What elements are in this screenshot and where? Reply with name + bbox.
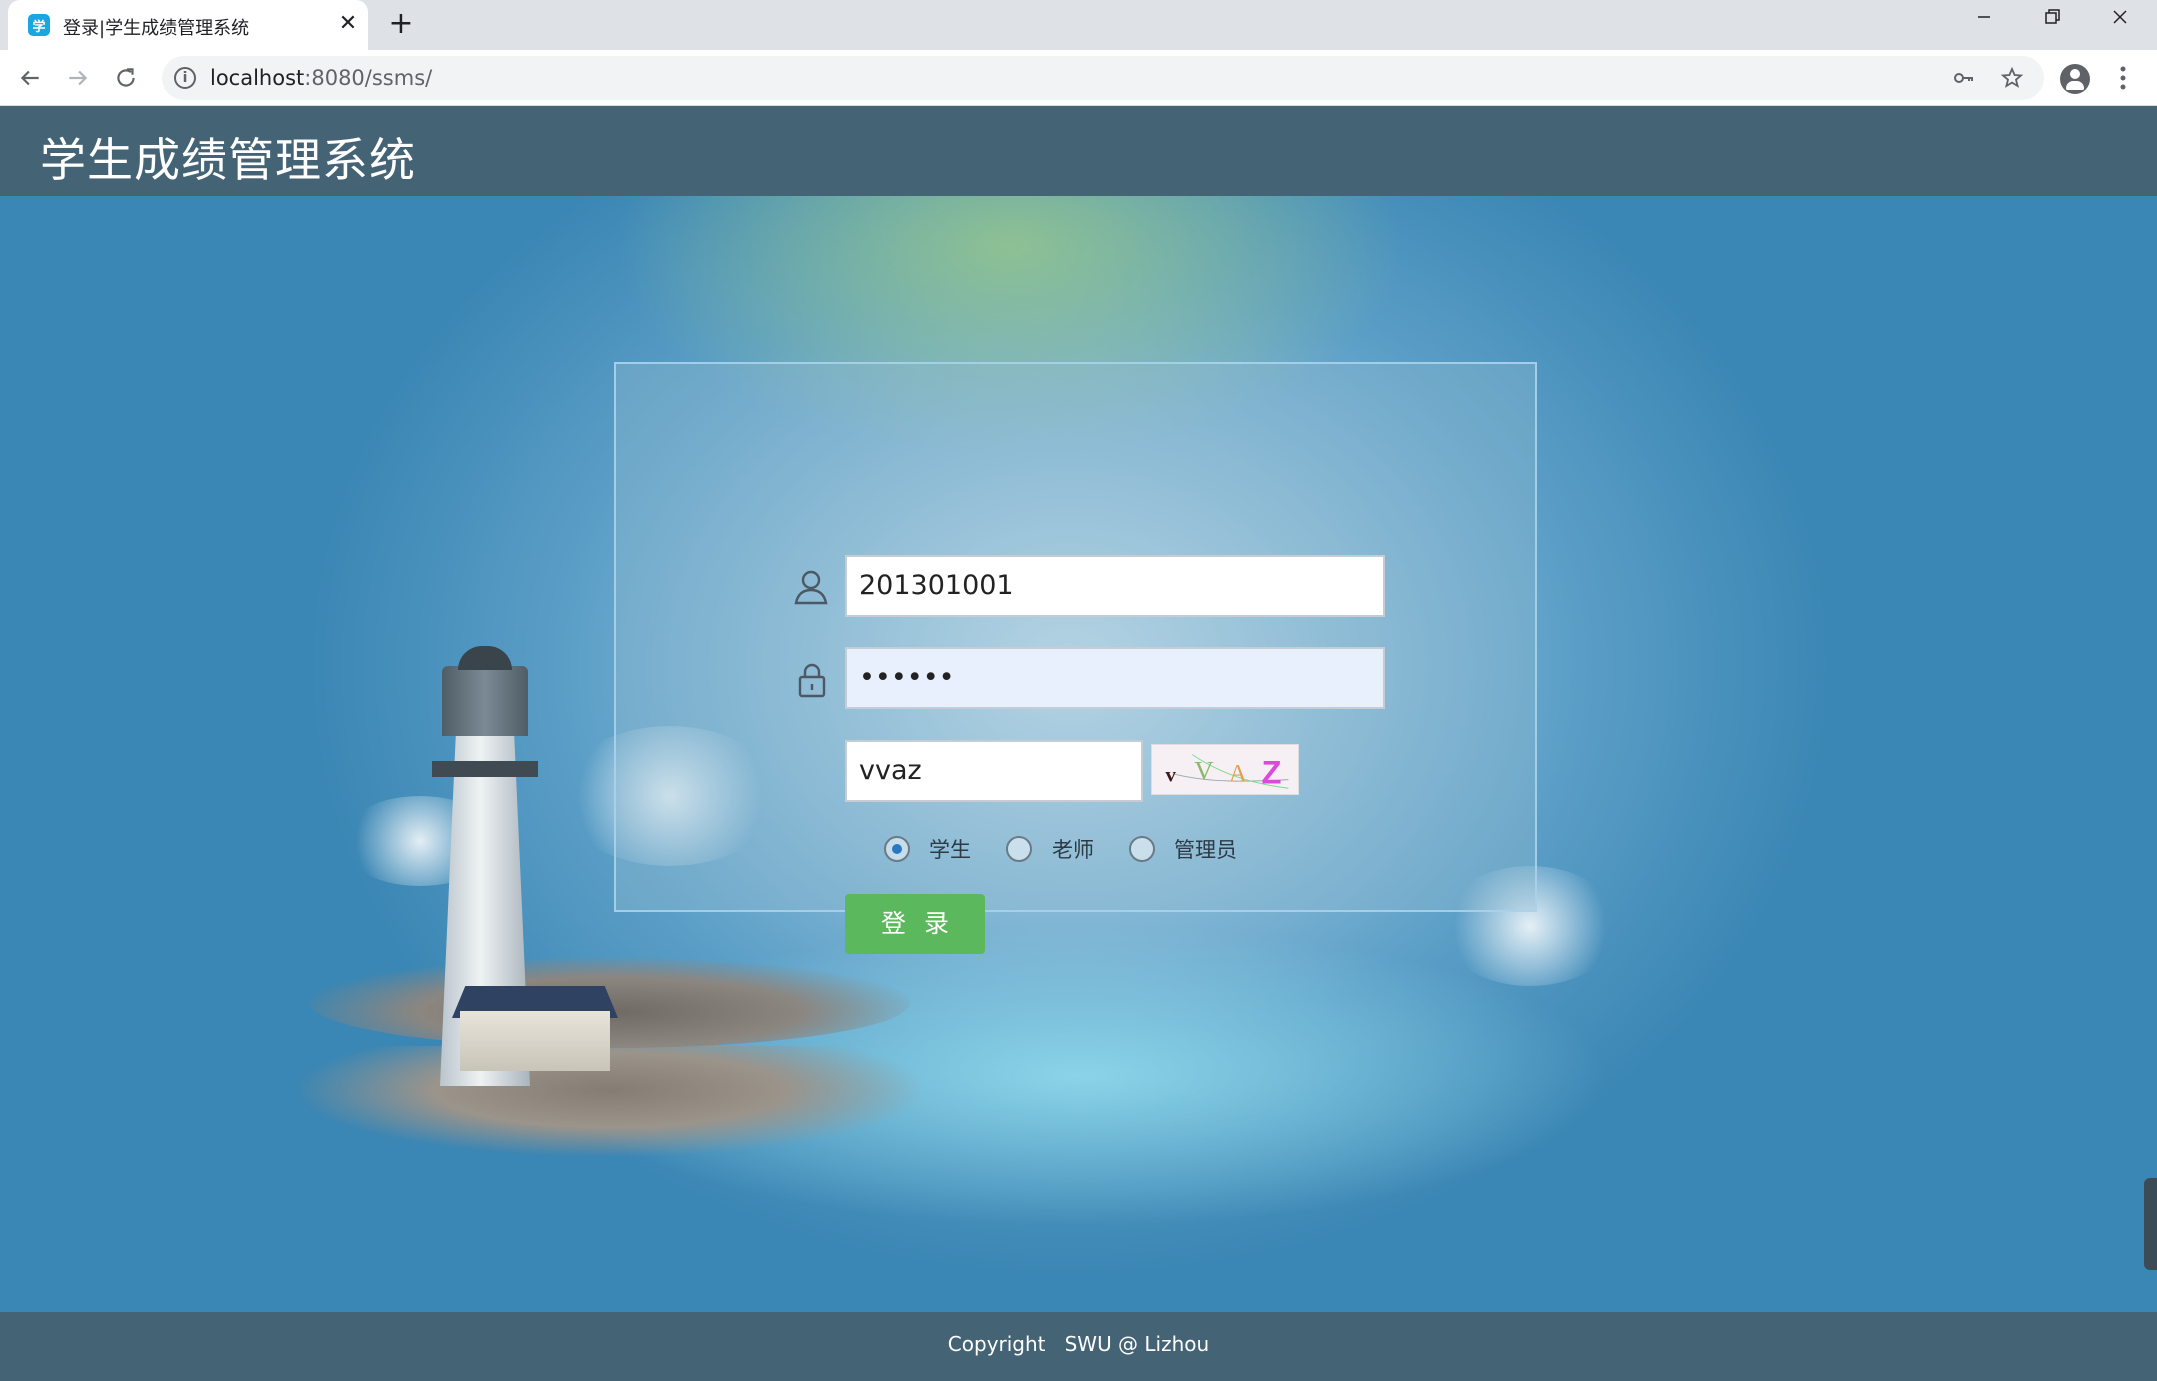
url-text[interactable]: localhost:8080/ssms/ xyxy=(210,66,432,90)
user-icon xyxy=(791,567,831,607)
tab-close-button[interactable]: ✕ xyxy=(334,10,362,38)
tab-title: 登录|学生成绩管理系统 xyxy=(63,18,250,39)
role-radio-student[interactable] xyxy=(884,836,910,862)
svg-text:v: v xyxy=(1165,763,1176,787)
browser-tabstrip: 学 登录|学生成绩管理系统 ✕ + xyxy=(0,0,2157,50)
captcha-image[interactable]: v V A Z xyxy=(1151,744,1299,795)
more-vert-icon[interactable] xyxy=(2108,60,2138,96)
reload-icon xyxy=(117,68,135,87)
role-label-student[interactable]: 学生 xyxy=(929,834,971,864)
keeper-house xyxy=(460,1011,610,1071)
new-tab-button[interactable]: + xyxy=(385,9,417,41)
close-icon xyxy=(2113,10,2127,24)
login-panel xyxy=(614,362,1537,912)
captcha-image-graphic: v V A Z xyxy=(1165,753,1289,790)
scrollbar-thumb[interactable] xyxy=(2144,1178,2157,1270)
lock-icon xyxy=(792,660,832,700)
login-button[interactable]: 登录 xyxy=(845,894,985,954)
role-label-admin[interactable]: 管理员 xyxy=(1174,834,1237,864)
island-decoration xyxy=(300,1046,920,1156)
browser-tab[interactable]: 学 登录|学生成绩管理系统 ✕ xyxy=(8,0,368,50)
profile-icon[interactable] xyxy=(2060,64,2090,94)
info-icon[interactable]: i xyxy=(174,67,196,89)
reload-button[interactable] xyxy=(106,58,146,98)
close-window-button[interactable] xyxy=(2086,0,2154,46)
captcha-input[interactable]: vvaz xyxy=(845,740,1143,802)
forward-button[interactable] xyxy=(58,58,98,98)
key-icon[interactable] xyxy=(1948,62,1980,94)
svg-text:Z: Z xyxy=(1262,753,1282,790)
copyright-text: Copyright SWU @ Lizhou xyxy=(947,1332,1210,1356)
favicon-icon: 学 xyxy=(28,14,50,36)
address-bar[interactable]: i localhost:8080/ssms/ xyxy=(162,56,2044,100)
password-input[interactable]: •••••• xyxy=(845,647,1385,709)
lighthouse-gallery xyxy=(432,761,538,777)
restore-window-button[interactable] xyxy=(2018,0,2086,46)
star-icon[interactable] xyxy=(1996,62,2028,94)
minimize-icon xyxy=(1978,16,1990,18)
arrow-right-icon xyxy=(69,70,88,86)
minimize-window-button[interactable] xyxy=(1950,0,2018,46)
svg-text:V: V xyxy=(1194,756,1214,786)
page-title: 学生成绩管理系统 xyxy=(40,133,416,187)
restore-icon xyxy=(2045,9,2060,24)
role-radio-teacher[interactable] xyxy=(1006,836,1032,862)
role-label-teacher[interactable]: 老师 xyxy=(1052,834,1094,864)
site-footer: Copyright SWU @ Lizhou xyxy=(0,1312,2157,1381)
svg-text:A: A xyxy=(1229,761,1247,788)
lighthouse-lantern xyxy=(442,666,528,736)
site-header: 学生成绩管理系统 xyxy=(0,106,2157,196)
username-input[interactable]: 201301001 xyxy=(845,555,1385,617)
browser-toolbar: i localhost:8080/ssms/ xyxy=(0,50,2157,106)
back-button[interactable] xyxy=(10,58,50,98)
role-radio-admin[interactable] xyxy=(1129,836,1155,862)
arrow-left-icon xyxy=(20,70,39,86)
